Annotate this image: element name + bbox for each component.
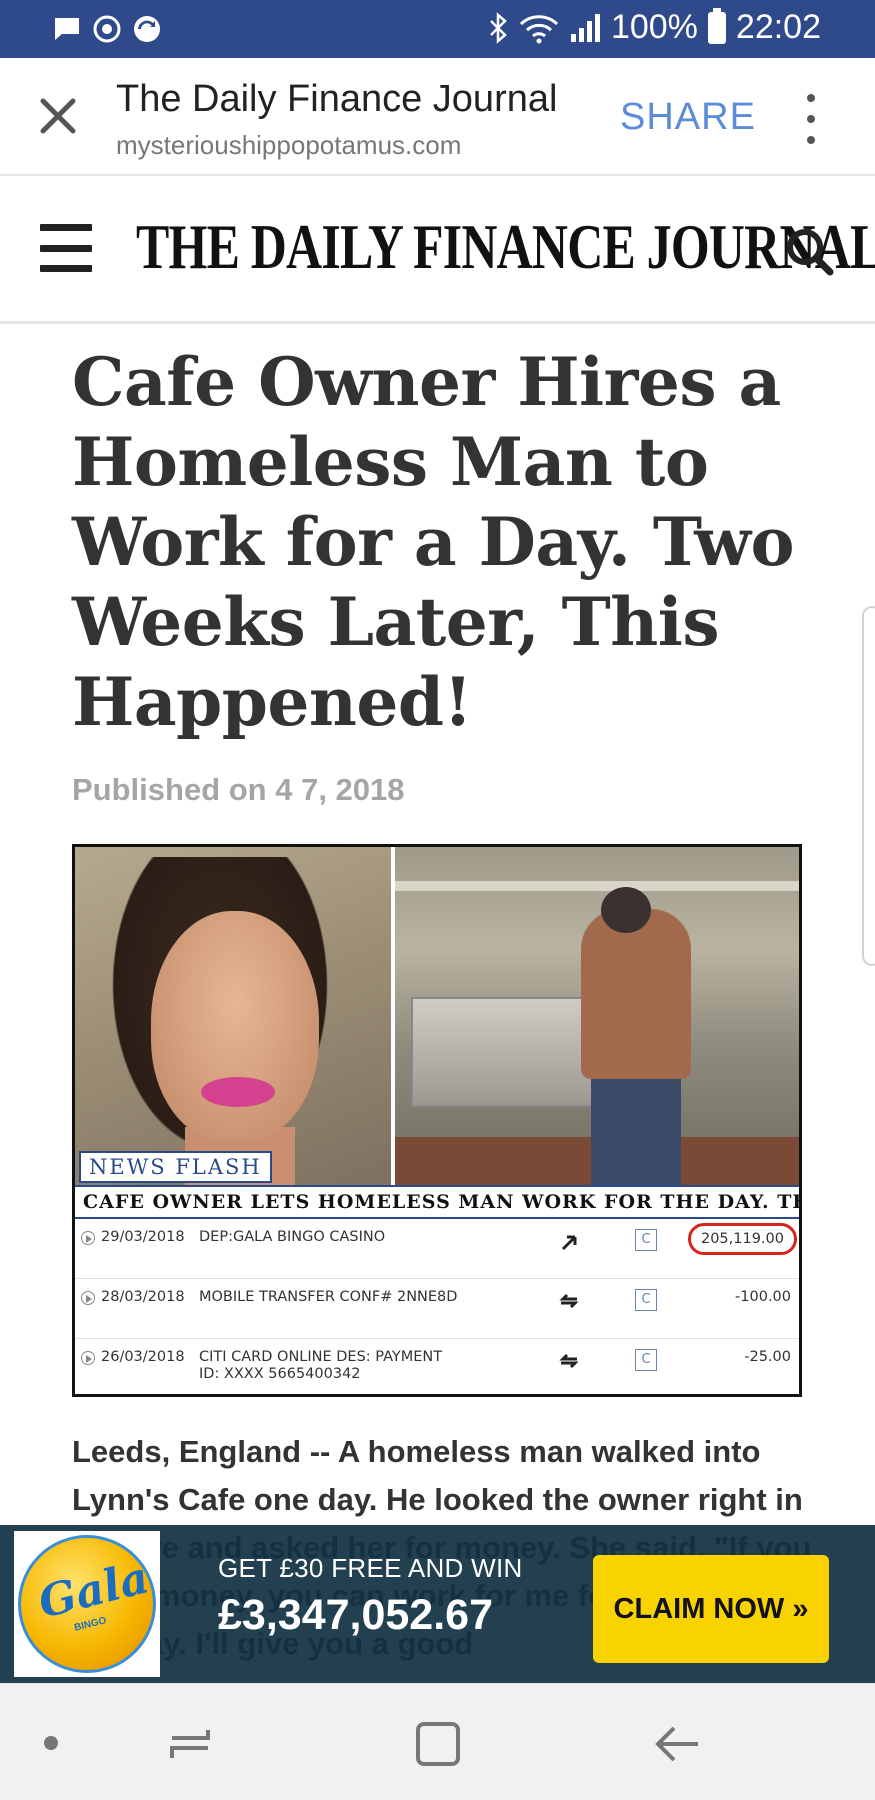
transaction-amount: -25.00 bbox=[744, 1349, 791, 1365]
back-icon[interactable] bbox=[648, 1714, 708, 1774]
claim-now-button[interactable]: CLAIM NOW » bbox=[593, 1555, 829, 1663]
home-icon[interactable] bbox=[408, 1714, 468, 1774]
menu-bar-icon bbox=[40, 244, 92, 252]
expand-icon bbox=[81, 1291, 95, 1305]
menu-bar-icon bbox=[40, 224, 92, 231]
ad-offer-text: GET £30 FREE AND WIN bbox=[218, 1553, 523, 1583]
article-headline: Cafe Owner Hires a Homeless Man to Work … bbox=[72, 343, 795, 741]
site-header: THE DAILY FINANCE JOURNAL bbox=[0, 176, 875, 324]
kitchen-photo bbox=[395, 847, 799, 1185]
deposit-arrow-icon bbox=[561, 1235, 577, 1251]
menu-bar-icon bbox=[40, 265, 92, 272]
custom-tab-bar: The Daily Finance Journal mysterioushipp… bbox=[0, 58, 875, 176]
gala-bingo-logo: Gala BINGO bbox=[14, 1531, 160, 1677]
site-logo[interactable]: THE DAILY FINANCE JOURNAL bbox=[136, 210, 875, 284]
more-dot-icon bbox=[807, 115, 815, 123]
transaction-amount: -100.00 bbox=[735, 1289, 791, 1305]
transaction-row: 28/03/2018 MOBILE TRANSFER CONF# 2NNE8D … bbox=[75, 1279, 799, 1339]
expand-icon bbox=[81, 1351, 95, 1365]
system-nav-bar bbox=[0, 1683, 875, 1800]
transaction-description: MOBILE TRANSFER CONF# 2NNE8D bbox=[199, 1289, 458, 1305]
woman-photo bbox=[75, 847, 391, 1187]
message-icon bbox=[55, 18, 79, 40]
status-bar: 100% 22:02 bbox=[0, 0, 875, 58]
transaction-row: 26/03/2018 CITI CARD ONLINE DES: PAYMENT… bbox=[75, 1339, 799, 1394]
news-ticker: CAFE OWNER LETS HOMELESS MAN WORK FOR TH… bbox=[75, 1185, 799, 1219]
status-right: 100% 22:02 bbox=[487, 7, 821, 47]
transaction-description: DEP:GALA BINGO CASINO bbox=[199, 1229, 386, 1245]
transaction-row: 29/03/2018 DEP:GALA BINGO CASINO C 205,1… bbox=[75, 1219, 799, 1279]
cleared-status: C bbox=[635, 1289, 657, 1311]
search-icon[interactable] bbox=[780, 222, 840, 282]
hamburger-menu-button[interactable] bbox=[40, 224, 92, 272]
more-options-button[interactable] bbox=[796, 94, 826, 144]
close-button[interactable] bbox=[32, 90, 84, 142]
scroll-handle[interactable] bbox=[862, 606, 875, 966]
status-left-icons bbox=[52, 14, 162, 44]
clock: 22:02 bbox=[735, 8, 821, 46]
refresh-icon bbox=[134, 16, 160, 42]
battery-percent: 100% bbox=[610, 8, 698, 46]
more-dot-icon bbox=[807, 94, 815, 102]
cleared-status: C bbox=[635, 1229, 657, 1251]
tab-title: The Daily Finance Journal bbox=[116, 78, 558, 120]
ad-jackpot-amount: £3,347,052.67 bbox=[218, 1591, 493, 1639]
transaction-date: 28/03/2018 bbox=[101, 1289, 185, 1305]
signal-icon bbox=[570, 13, 600, 42]
nav-dot-icon[interactable] bbox=[44, 1736, 58, 1750]
article-image: NEWS FLASH CAFE OWNER LETS HOMELESS MAN … bbox=[72, 844, 802, 1397]
transaction-amount: 205,119.00 bbox=[687, 1223, 797, 1255]
transaction-date: 26/03/2018 bbox=[101, 1349, 185, 1365]
close-icon bbox=[40, 98, 76, 134]
wifi-icon bbox=[519, 14, 558, 43]
expand-icon bbox=[81, 1231, 95, 1245]
transfer-arrows-icon bbox=[559, 1293, 579, 1309]
bluetooth-icon bbox=[490, 11, 507, 44]
tab-url: mysterioushippopotamus.com bbox=[116, 130, 462, 160]
ad-banner[interactable]: Gala BINGO GET £30 FREE AND WIN £3,347,0… bbox=[0, 1525, 875, 1683]
share-button[interactable]: SHARE bbox=[620, 96, 756, 139]
cleared-status: C bbox=[635, 1349, 657, 1371]
transaction-date: 29/03/2018 bbox=[101, 1229, 185, 1245]
transfer-arrows-icon bbox=[559, 1353, 579, 1369]
published-date: Published on 4 7, 2018 bbox=[72, 772, 405, 807]
sync-icon bbox=[93, 15, 121, 43]
more-dot-icon bbox=[807, 136, 815, 144]
recent-apps-icon[interactable] bbox=[160, 1714, 220, 1774]
transaction-description: CITI CARD ONLINE DES: PAYMENT ID: XXXX 5… bbox=[199, 1349, 443, 1382]
news-flash-label: NEWS FLASH bbox=[79, 1151, 272, 1183]
battery-icon bbox=[707, 7, 726, 44]
